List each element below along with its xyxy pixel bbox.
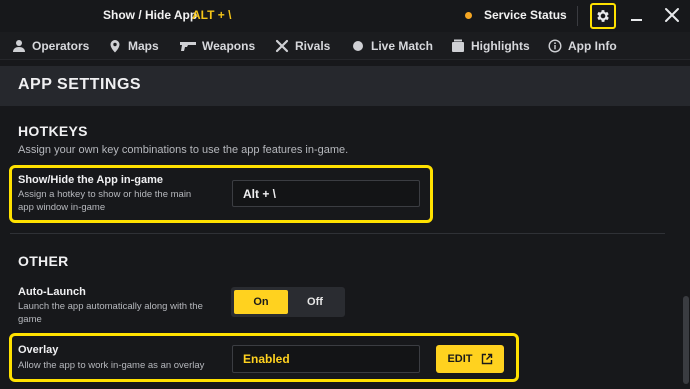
hotkeys-description: Assign your own key combinations to use … (18, 144, 349, 156)
titlebar-divider (577, 6, 578, 26)
overlay-label: Overlay (18, 344, 59, 356)
scrollbar-thumb[interactable] (683, 296, 689, 384)
minimize-button[interactable] (628, 6, 646, 26)
app-window: Show / Hide App ALT + \ Service Status O… (0, 0, 690, 389)
show-hide-hotkey: ALT + \ (192, 8, 232, 22)
overlay-status-field: Enabled (232, 345, 420, 373)
show-hide-description: Assign a hotkey to show or hide the main… (18, 189, 192, 213)
nav-live-match[interactable]: Live Match (351, 32, 433, 60)
auto-launch-label: Auto-Launch (18, 286, 86, 298)
gear-icon (597, 10, 609, 22)
service-status-link[interactable]: Service Status (484, 8, 567, 22)
toggle-off-option[interactable]: Off (288, 290, 342, 314)
live-dot-icon (351, 39, 365, 53)
hotkeys-title: HOTKEYS (18, 123, 88, 139)
nav-operators[interactable]: Operators (12, 32, 89, 60)
page-title: APP SETTINGS (18, 76, 142, 93)
hotkey-input[interactable]: Alt + \ (232, 180, 420, 207)
edit-button-label: EDIT (447, 353, 473, 365)
nav-label: Maps (128, 39, 159, 53)
map-pin-icon (108, 39, 122, 53)
title-bar: Show / Hide App ALT + \ Service Status (0, 0, 690, 32)
main-nav: Operators Maps Weapons Rivals Live Match (0, 32, 690, 60)
section-divider (10, 233, 665, 234)
auto-launch-toggle: On Off (231, 287, 345, 317)
info-icon (548, 39, 562, 53)
app-settings-header: APP SETTINGS (0, 66, 690, 106)
overlay-edit-button[interactable]: EDIT (436, 345, 504, 373)
nav-label: App Info (568, 39, 617, 53)
nav-weapons[interactable]: Weapons (180, 32, 255, 60)
close-icon (665, 8, 679, 22)
settings-button[interactable] (590, 3, 616, 29)
operator-icon (12, 39, 26, 53)
external-link-icon (481, 353, 492, 365)
status-dot-icon (465, 12, 472, 19)
nav-label: Weapons (202, 39, 256, 53)
gun-icon (180, 39, 196, 53)
rivals-icon (275, 39, 289, 53)
nav-label: Operators (32, 39, 90, 53)
nav-app-info[interactable]: App Info (548, 32, 617, 60)
nav-label: Live Match (371, 39, 434, 53)
other-title: OTHER (18, 253, 69, 269)
nav-label: Rivals (295, 39, 331, 53)
close-button[interactable] (662, 5, 682, 25)
nav-highlights[interactable]: Highlights (451, 32, 530, 60)
show-hide-label: Show/Hide the App in-game (18, 174, 164, 186)
toggle-on-option[interactable]: On (234, 290, 288, 314)
film-icon (451, 39, 465, 53)
overlay-description: Allow the app to work in-game as an over… (18, 360, 205, 371)
nav-rivals[interactable]: Rivals (275, 32, 330, 60)
nav-label: Highlights (471, 39, 530, 53)
auto-launch-description: Launch the app automatically along with … (18, 301, 203, 325)
nav-maps[interactable]: Maps (108, 32, 159, 60)
show-hide-title: Show / Hide App (103, 8, 198, 22)
